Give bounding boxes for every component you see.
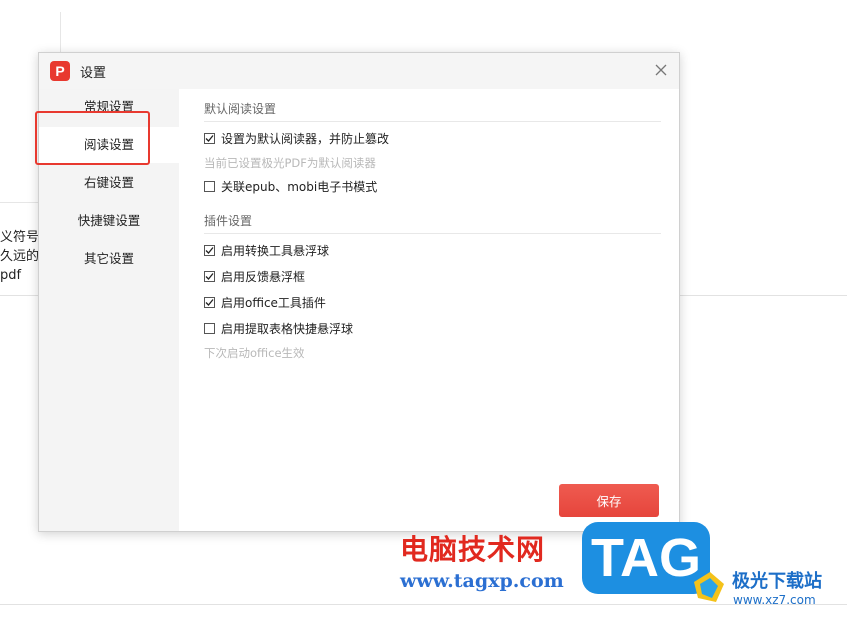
xz-logo-icon [694,572,724,602]
background-text-line: 久远的方 [0,249,40,264]
background-text-line: pdf [0,268,22,283]
settings-content: 默认阅读设置 设置为默认阅读器，并防止篡改 当前已设置极光PDF为默认阅读器 关… [179,89,679,531]
checkbox-unchecked-icon [204,180,215,192]
settings-dialog: P 设置 常规设置 阅读设置 右键设置 快捷键设置 其它设置 默认阅读设置 设置… [35,52,680,532]
section-title-default-reading: 默认阅读设置 [204,102,277,116]
feedback-float-checkbox[interactable]: 启用反馈悬浮框 [204,268,305,284]
watermark-site-name: 电脑技术网 [400,533,546,566]
close-icon[interactable] [653,62,669,78]
checkbox-label: 设置为默认阅读器，并防止篡改 [221,131,390,146]
checkbox-checked-icon [204,270,215,282]
sidebar-item-other[interactable]: 其它设置 [39,241,179,277]
background-text: 义符号话 久远的方 pdf [0,228,40,285]
checkbox-label: 启用提取表格快捷悬浮球 [221,321,354,336]
background-text-line: 义符号话 [0,230,40,245]
office-plugin-checkbox[interactable]: 启用office工具插件 [204,294,326,310]
section-divider [204,121,661,122]
checkbox-checked-icon [204,244,215,256]
checkbox-checked-icon [204,296,215,308]
dialog-titlebar: P 设置 [39,53,679,89]
office-restart-hint: 下次启动office生效 [204,346,305,360]
settings-sidebar: 常规设置 阅读设置 右键设置 快捷键设置 其它设置 [35,89,179,531]
app-logo-icon: P [50,61,70,81]
checkbox-label: 关联epub、mobi电子书模式 [221,179,378,194]
watermark-brand-url: www.xz7.com [733,593,816,607]
watermark-brand-name: 极光下载站 [732,571,822,592]
checkbox-label: 启用office工具插件 [221,295,326,310]
annotation-highlight-box [35,111,150,165]
sidebar-item-right-click[interactable]: 右键设置 [39,165,179,201]
convert-tool-float-checkbox[interactable]: 启用转换工具悬浮球 [204,242,329,258]
watermark-site-url: www.tagxp.com [400,570,564,592]
dialog-title: 设置 [80,66,107,81]
epub-mobi-checkbox[interactable]: 关联epub、mobi电子书模式 [204,178,377,194]
set-default-reader-checkbox[interactable]: 设置为默认阅读器，并防止篡改 [204,130,389,146]
checkbox-unchecked-icon [204,322,215,334]
sidebar-item-shortcuts[interactable]: 快捷键设置 [39,203,179,239]
checkbox-checked-icon [204,132,215,144]
checkbox-label: 启用反馈悬浮框 [221,269,306,284]
section-divider [204,233,661,234]
table-extract-float-checkbox[interactable]: 启用提取表格快捷悬浮球 [204,320,353,336]
save-button[interactable]: 保存 [559,484,659,517]
checkbox-label: 启用转换工具悬浮球 [221,243,330,258]
default-reader-hint: 当前已设置极光PDF为默认阅读器 [204,156,376,170]
section-title-plugins: 插件设置 [204,214,253,228]
